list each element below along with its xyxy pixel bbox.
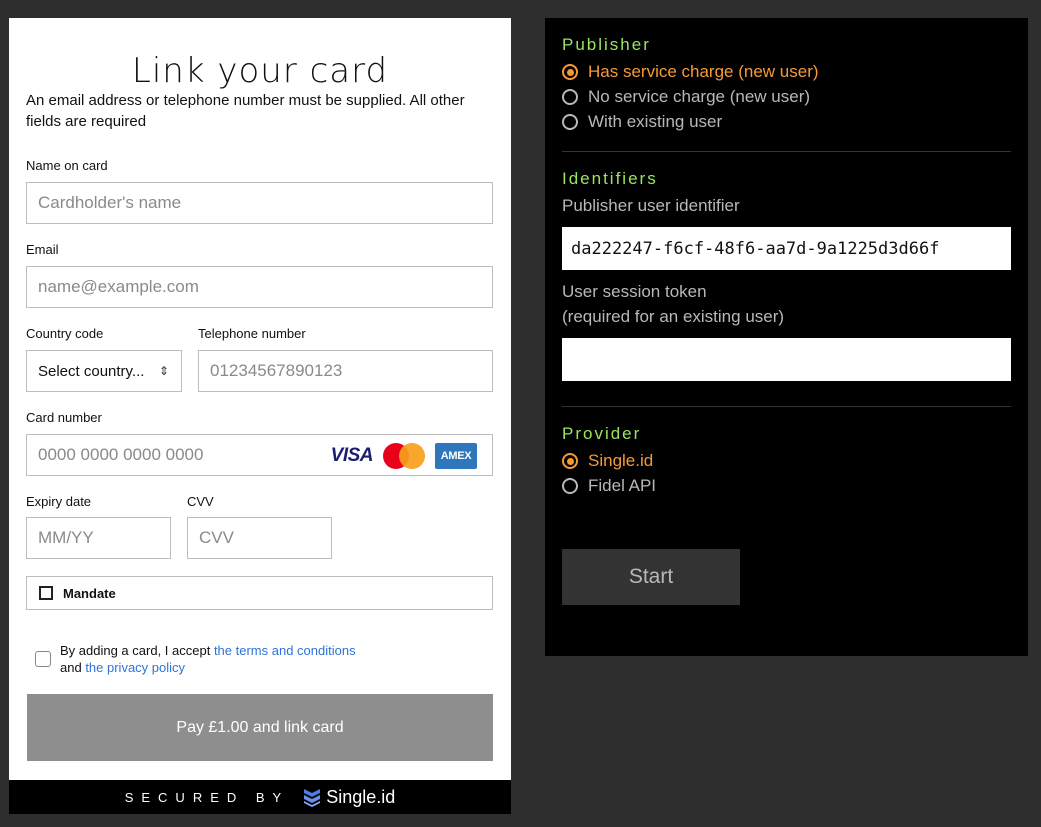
publisher-option-label: Has service charge (new user)	[588, 62, 819, 81]
publisher-option-existing-user[interactable]: With existing user	[562, 112, 722, 132]
mandate-label: Mandate	[63, 585, 116, 601]
expiry-field[interactable]	[26, 517, 171, 559]
secured-by-footer: SECURED BY Single.id	[9, 780, 511, 814]
name-on-card-label: Name on card	[26, 158, 108, 173]
publisher-user-id-field[interactable]	[562, 227, 1011, 270]
expiry-input[interactable]	[38, 528, 170, 548]
start-button[interactable]: Start	[562, 549, 740, 605]
provider-option-label: Fidel API	[588, 476, 657, 495]
terms-consent: By adding a card, I accept the terms and…	[35, 642, 475, 676]
single-id-logo-icon	[304, 789, 321, 807]
publisher-option-service-charge[interactable]: Has service charge (new user)	[562, 62, 819, 82]
link-card-form: Link your card An email address or telep…	[9, 18, 511, 814]
terms-text: By adding a card, I accept the terms and…	[60, 642, 356, 676]
terms-checkbox[interactable]	[35, 651, 51, 667]
country-code-value: Select country...	[38, 362, 145, 380]
provider-option-fidel-api[interactable]: Fidel API	[562, 476, 656, 496]
radio-icon[interactable]	[562, 114, 578, 130]
country-code-select[interactable]: Select country... ⇕	[26, 350, 182, 392]
session-token-hint: (required for an existing user)	[562, 307, 785, 326]
expiry-label: Expiry date	[26, 494, 92, 509]
publisher-option-label: With existing user	[588, 112, 723, 131]
telephone-field[interactable]	[198, 350, 493, 392]
divider	[562, 151, 1011, 152]
session-token-label: User session token	[562, 282, 707, 301]
amex-logo: AMEX	[435, 443, 477, 469]
mastercard-logo	[383, 443, 425, 469]
card-number-input[interactable]	[38, 445, 328, 465]
session-token-field[interactable]	[562, 338, 1011, 381]
provider-option-label: Single.id	[588, 451, 654, 470]
provider-option-single-id[interactable]: Single.id	[562, 451, 653, 471]
radio-icon[interactable]	[562, 478, 578, 494]
card-number-field[interactable]: VISA AMEX	[26, 434, 493, 476]
name-on-card-field[interactable]	[26, 182, 493, 224]
email-input[interactable]	[38, 277, 492, 297]
divider	[562, 406, 1011, 407]
name-on-card-input[interactable]	[38, 193, 492, 213]
publisher-option-label: No service charge (new user)	[588, 87, 811, 106]
telephone-label: Telephone number	[198, 326, 306, 341]
mandate-toggle[interactable]: Mandate	[26, 576, 493, 610]
provider-section-title: Provider	[562, 424, 642, 443]
secured-by-text: SECURED BY	[124, 789, 290, 805]
cvv-input[interactable]	[199, 528, 331, 548]
telephone-input[interactable]	[210, 361, 492, 381]
card-number-label: Card number	[26, 410, 102, 425]
card-brand-logos: VISA AMEX	[331, 443, 477, 469]
config-panel: Publisher Has service charge (new user) …	[545, 18, 1028, 656]
pay-and-link-button[interactable]: Pay £1.00 and link card	[27, 694, 493, 761]
radio-icon[interactable]	[562, 64, 578, 80]
publisher-user-id-input[interactable]	[571, 238, 1011, 259]
session-token-input[interactable]	[571, 349, 1011, 370]
mandate-checkbox[interactable]	[39, 586, 53, 600]
cvv-label: CVV	[187, 494, 214, 509]
terms-middle: and	[60, 660, 86, 675]
terms-link[interactable]: the terms and conditions	[214, 643, 356, 658]
identifiers-section-title: Identifiers	[562, 169, 658, 188]
single-id-brand-name: Single.id	[326, 786, 396, 807]
radio-icon[interactable]	[562, 89, 578, 105]
cvv-field[interactable]	[187, 517, 332, 559]
email-label: Email	[26, 242, 59, 257]
page-title: Link your card	[131, 51, 389, 91]
email-field[interactable]	[26, 266, 493, 308]
publisher-user-id-label: Publisher user identifier	[562, 196, 740, 215]
terms-prefix: By adding a card, I accept	[60, 643, 214, 658]
visa-logo: VISA	[330, 445, 374, 466]
publisher-option-no-service-charge[interactable]: No service charge (new user)	[562, 87, 810, 107]
chevron-updown-icon: ⇕	[158, 364, 169, 378]
single-id-brand: Single.id	[303, 787, 395, 808]
form-instructions: An email address or telephone number mus…	[26, 92, 465, 130]
country-code-label: Country code	[26, 326, 104, 341]
radio-icon[interactable]	[562, 453, 578, 469]
privacy-link[interactable]: the privacy policy	[85, 660, 185, 675]
publisher-section-title: Publisher	[562, 35, 651, 54]
